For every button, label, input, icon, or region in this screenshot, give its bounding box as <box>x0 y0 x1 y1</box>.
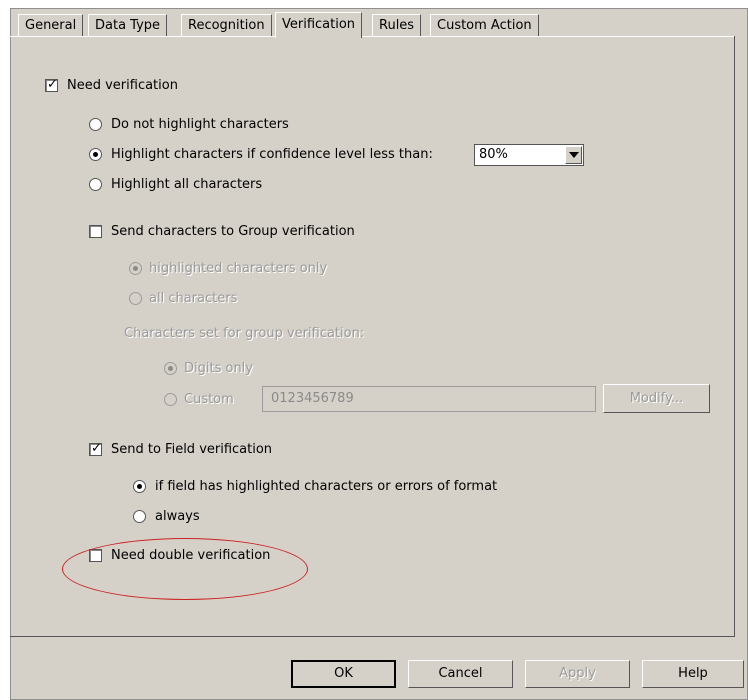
tab-rules[interactable]: Rules <box>372 14 422 36</box>
radio-dot <box>137 484 142 489</box>
radio-highlight-if-confidence[interactable] <box>89 148 102 161</box>
confidence-dropdown-button[interactable] <box>565 146 582 164</box>
radio-dot <box>93 152 98 157</box>
always-label: always <box>155 509 200 524</box>
radio-digits-only[interactable] <box>164 362 177 375</box>
field-verification-checkbox[interactable]: ✓ <box>89 441 102 456</box>
custom-chars-input[interactable]: 0123456789 <box>262 386 596 412</box>
confidence-select[interactable]: 80% <box>474 144 584 166</box>
tab-verification[interactable]: Verification <box>275 12 363 38</box>
radio-highlight-all[interactable] <box>89 178 102 191</box>
if-field-highlighted-label: if field has highlighted characters or e… <box>155 479 498 494</box>
panel-border-right <box>734 36 735 636</box>
cancel-button[interactable]: Cancel <box>408 660 513 688</box>
tab-recognition[interactable]: Recognition <box>181 14 272 36</box>
highlighted-only-label: highlighted characters only <box>149 261 328 276</box>
radio-dot <box>168 366 173 371</box>
radio-all-characters[interactable] <box>129 292 142 305</box>
help-button[interactable]: Help <box>642 660 744 688</box>
radio-highlighted-only[interactable] <box>129 262 142 275</box>
digits-only-label: Digits only <box>184 361 253 376</box>
confidence-value: 80% <box>479 147 508 162</box>
tab-general[interactable]: General <box>18 14 84 36</box>
modify-button[interactable]: Modify... <box>603 384 710 413</box>
field-verification-label: Send to Field verification <box>111 442 273 457</box>
radio-custom[interactable] <box>164 393 177 406</box>
tab-custom-action[interactable]: Custom Action <box>430 14 539 36</box>
panel-border-bottom <box>10 636 735 637</box>
all-characters-label: all characters <box>149 291 238 306</box>
highlight-all-label: Highlight all characters <box>111 177 263 192</box>
need-verification-label: Need verification <box>67 78 178 93</box>
radio-if-field-highlighted[interactable] <box>133 480 146 493</box>
annotation-ellipse <box>62 538 308 600</box>
properties-dialog <box>10 8 748 700</box>
do-not-highlight-label: Do not highlight characters <box>111 117 289 132</box>
custom-chars-value: 0123456789 <box>271 391 354 406</box>
chevron-down-icon <box>569 152 579 158</box>
custom-label: Custom <box>184 392 234 407</box>
need-verification-checkbox[interactable]: ✓ <box>45 77 58 92</box>
checkmark-icon: ✓ <box>91 441 102 456</box>
checkmark-icon: ✓ <box>47 77 58 92</box>
charset-label: Characters set for group verification: <box>124 326 365 341</box>
radio-dot <box>133 266 138 271</box>
radio-always[interactable] <box>133 510 146 523</box>
group-verification-checkbox[interactable] <box>89 225 102 238</box>
highlight-if-confidence-label: Highlight characters if confidence level… <box>111 147 433 162</box>
tab-divider <box>10 36 735 37</box>
tab-data-type[interactable]: Data Type <box>88 14 168 36</box>
ok-button[interactable]: OK <box>291 660 396 688</box>
group-verification-label: Send characters to Group verification <box>111 224 355 239</box>
apply-button[interactable]: Apply <box>525 660 630 688</box>
radio-do-not-highlight[interactable] <box>89 118 102 131</box>
